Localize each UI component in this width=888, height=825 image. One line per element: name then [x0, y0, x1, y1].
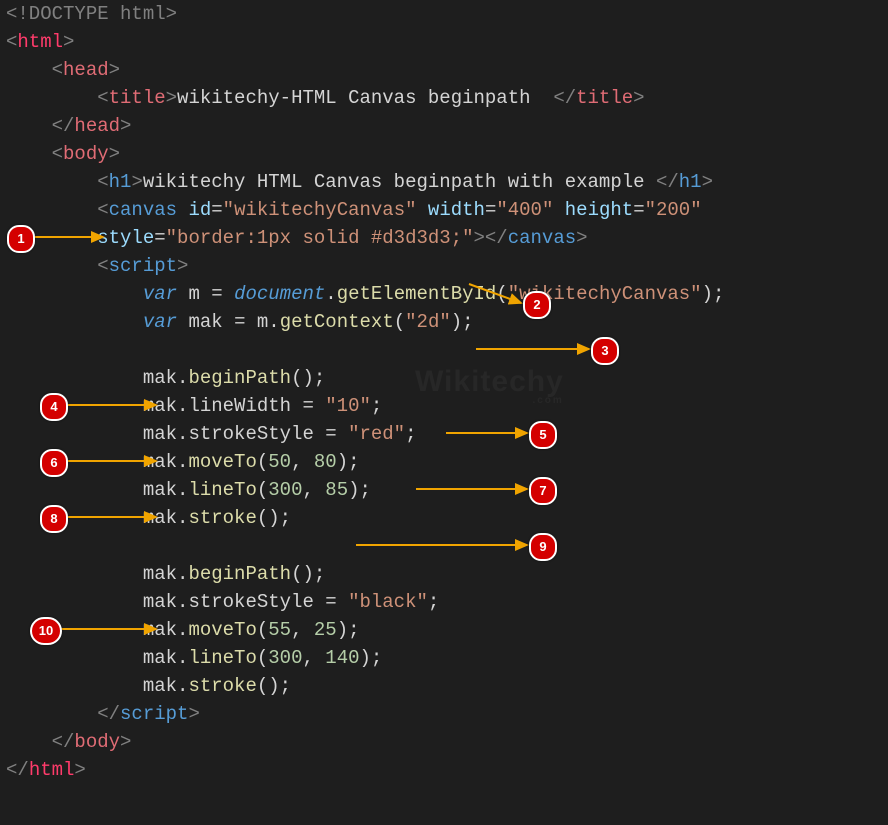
- angle-open: <: [6, 3, 17, 25]
- head-open: head: [63, 59, 109, 81]
- callout-badge-9: 9: [529, 533, 557, 561]
- val-id: "wikitechyCanvas": [223, 199, 417, 221]
- attr-id: id: [188, 199, 211, 221]
- val-width: "400": [496, 199, 553, 221]
- script-open: script: [109, 255, 177, 277]
- canvas-close: canvas: [508, 227, 576, 249]
- ss-black: "black": [348, 591, 428, 613]
- document-obj: document: [234, 283, 325, 305]
- lw-val: "10": [325, 395, 371, 417]
- code-editor: <!DOCTYPE html> <html> <head> <title>wik…: [0, 0, 888, 825]
- canvas-open: canvas: [109, 199, 177, 221]
- h1-close: h1: [679, 171, 702, 193]
- title-open: title: [109, 87, 166, 109]
- attr-style: style: [97, 227, 154, 249]
- linewidth: lineWidth: [188, 395, 291, 417]
- beginpath-call: beginPath: [188, 367, 291, 389]
- head-close: head: [74, 115, 120, 137]
- callout-badge-8: 8: [40, 505, 68, 533]
- mak-var: mak: [188, 311, 222, 333]
- html-close: html: [29, 759, 75, 781]
- attr-width: width: [428, 199, 485, 221]
- arg-2d: "2d": [405, 311, 451, 333]
- callout-badge-1: 1: [7, 225, 35, 253]
- callout-badge-4: 4: [40, 393, 68, 421]
- title-text: wikitechy-HTML Canvas beginpath: [177, 87, 553, 109]
- val-style: "border:1px solid #d3d3d3;": [166, 227, 474, 249]
- stroke: stroke: [188, 507, 256, 529]
- moveto: moveTo: [188, 451, 256, 473]
- strokestyle: strokeStyle: [188, 423, 313, 445]
- body-open: body: [63, 143, 109, 165]
- script-close: script: [120, 703, 188, 725]
- callout-badge-7: 7: [529, 477, 557, 505]
- callout-badge-6: 6: [40, 449, 68, 477]
- body-close: body: [74, 731, 120, 753]
- val-height: "200": [645, 199, 702, 221]
- html-open-tag: html: [17, 31, 63, 53]
- callout-badge-3: 3: [591, 337, 619, 365]
- m-var: m: [188, 283, 199, 305]
- title-close: title: [576, 87, 633, 109]
- h1-open: h1: [109, 171, 132, 193]
- doctype: !DOCTYPE html: [17, 3, 165, 25]
- getcontext: getContext: [280, 311, 394, 333]
- attr-height: height: [565, 199, 633, 221]
- callout-badge-10: 10: [30, 617, 62, 645]
- ss-red: "red": [348, 423, 405, 445]
- watermark: Wikitechy .com: [415, 365, 564, 406]
- var-kw: var: [143, 283, 177, 305]
- h1-text: wikitechy HTML Canvas beginpath with exa…: [143, 171, 656, 193]
- getelementbyid: getElementById: [337, 283, 497, 305]
- lineto: lineTo: [188, 479, 256, 501]
- callout-badge-5: 5: [529, 421, 557, 449]
- callout-badge-2: 2: [523, 291, 551, 319]
